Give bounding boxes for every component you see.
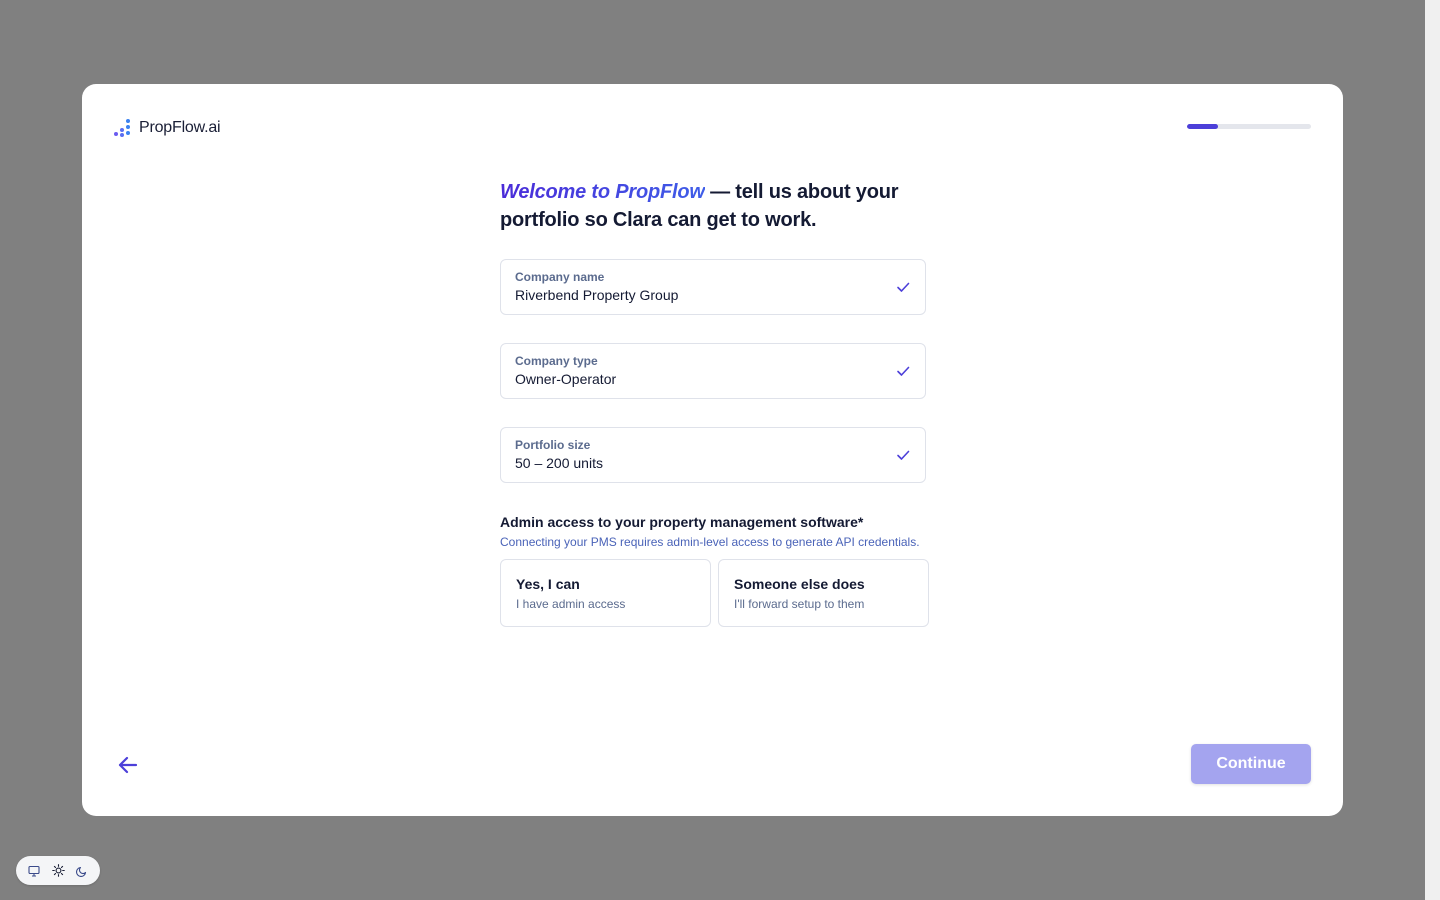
field-label: Portfolio size xyxy=(515,438,591,452)
onboarding-card: PropFlow.ai Welcome to PropFlow — tell u… xyxy=(82,84,1343,816)
moon-icon xyxy=(76,866,87,877)
admin-access-description: Connecting your PMS requires admin-level… xyxy=(500,535,920,549)
field-value: 50 – 200 units xyxy=(515,455,603,471)
theme-dark-button[interactable] xyxy=(72,861,92,881)
back-arrow-icon[interactable] xyxy=(116,753,140,777)
theme-light-button[interactable] xyxy=(48,861,68,881)
logo: PropFlow.ai xyxy=(114,117,221,139)
company-type-field[interactable]: Company type Owner-Operator xyxy=(500,343,926,399)
theme-switcher xyxy=(16,856,100,885)
page-title: Welcome to PropFlow — tell us about your… xyxy=(500,178,926,234)
option-title: Yes, I can xyxy=(516,576,580,592)
company-name-field[interactable]: Company name Riverbend Property Group xyxy=(500,259,926,315)
option-title: Someone else does xyxy=(734,576,865,592)
check-icon xyxy=(897,450,910,460)
monitor-icon xyxy=(28,865,40,877)
admin-access-options: Yes, I can I have admin access Someone e… xyxy=(500,559,930,627)
field-value: Riverbend Property Group xyxy=(515,287,679,303)
field-label: Company name xyxy=(515,270,605,284)
page-title-brand: Welcome to PropFlow xyxy=(500,181,705,203)
option-yes-i-can[interactable]: Yes, I can I have admin access xyxy=(500,559,711,627)
option-subtitle: I have admin access xyxy=(516,597,626,611)
theme-system-button[interactable] xyxy=(24,861,44,881)
sun-icon xyxy=(51,864,65,877)
option-subtitle: I'll forward setup to them xyxy=(734,597,865,611)
admin-access-section: Admin access to your property management… xyxy=(500,513,930,627)
scrollbar-track[interactable] xyxy=(1425,0,1440,900)
check-icon xyxy=(897,366,910,376)
propflow-logo-icon xyxy=(114,117,134,139)
check-icon xyxy=(897,282,910,292)
field-label: Company type xyxy=(515,354,598,368)
option-someone-else-does[interactable]: Someone else does I'll forward setup to … xyxy=(718,559,929,627)
field-value: Owner-Operator xyxy=(515,371,617,387)
admin-access-title: Admin access to your property management… xyxy=(500,514,864,530)
continue-button[interactable]: Continue xyxy=(1191,744,1311,784)
progress-fill xyxy=(1187,124,1218,129)
logo-text: PropFlow.ai xyxy=(139,119,221,136)
portfolio-size-field[interactable]: Portfolio size 50 – 200 units xyxy=(500,427,926,483)
onboarding-form: Welcome to PropFlow — tell us about your… xyxy=(500,178,929,627)
onboarding-progress-bar xyxy=(1187,124,1311,129)
